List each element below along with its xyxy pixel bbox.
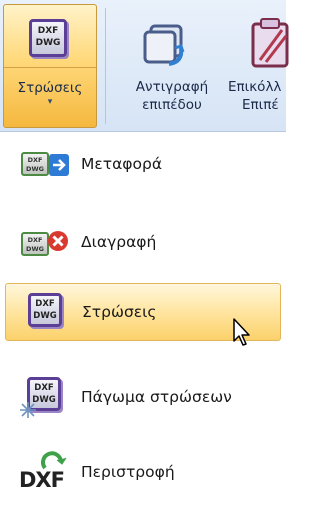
mouse-cursor-icon: [233, 318, 250, 346]
dxf-dwg-icon: DXF DWG: [29, 19, 67, 57]
menu-item-label: Μεταφορά: [81, 155, 163, 173]
copy-layer-label-1: Αντιγραφή: [135, 79, 209, 95]
arrow-right-icon: [49, 154, 69, 176]
dxf-rotate-icon: DXF: [19, 450, 75, 494]
menu-item-rotate[interactable]: DXF Περιστροφή: [5, 443, 281, 501]
layers-button-label: Στρώσεις: [17, 80, 83, 96]
snowflake-icon: [20, 402, 36, 418]
dxf-transfer-icon: DXF DWG: [19, 142, 75, 186]
dxf-freeze-icon: DXF DWG: [19, 375, 75, 419]
menu-item-transfer[interactable]: DXF DWG Μεταφορά: [5, 135, 281, 193]
copy-layer-label-2: επιπέδου: [142, 97, 202, 113]
layers-split-button[interactable]: DXF DWG Στρώσεις ▾: [3, 4, 97, 128]
menu-item-label: Διαγραφή: [81, 233, 157, 251]
ribbon-separator: [105, 8, 106, 124]
chevron-down-icon[interactable]: ▾: [4, 97, 96, 107]
paste-layer-label-2: Επιπέ: [242, 97, 279, 113]
split-divider: [4, 67, 96, 68]
menu-item-label: Στρώσεις: [82, 303, 157, 321]
menu-item-delete[interactable]: DXF DWG Διαγραφή: [5, 213, 281, 271]
dxf-layers-icon: DXF DWG: [20, 290, 76, 334]
paste-layer-icon: [251, 18, 289, 68]
menu-item-freeze-layers[interactable]: DXF DWG Πάγωμα στρώσεων: [5, 368, 281, 426]
menu-item-label: Περιστροφή: [81, 463, 175, 481]
delete-x-icon: [48, 231, 68, 251]
copy-layer-icon: [143, 24, 185, 66]
dxf-delete-icon: DXF DWG: [19, 220, 75, 264]
paste-layer-label-1: Επικόλλ: [228, 79, 282, 95]
menu-item-label: Πάγωμα στρώσεων: [81, 388, 232, 406]
dxf-logo-text: DXF: [19, 468, 65, 492]
ribbon: DXF DWG Στρώσεις ▾ Αντιγραφή επιπέδου Επ…: [0, 0, 289, 132]
